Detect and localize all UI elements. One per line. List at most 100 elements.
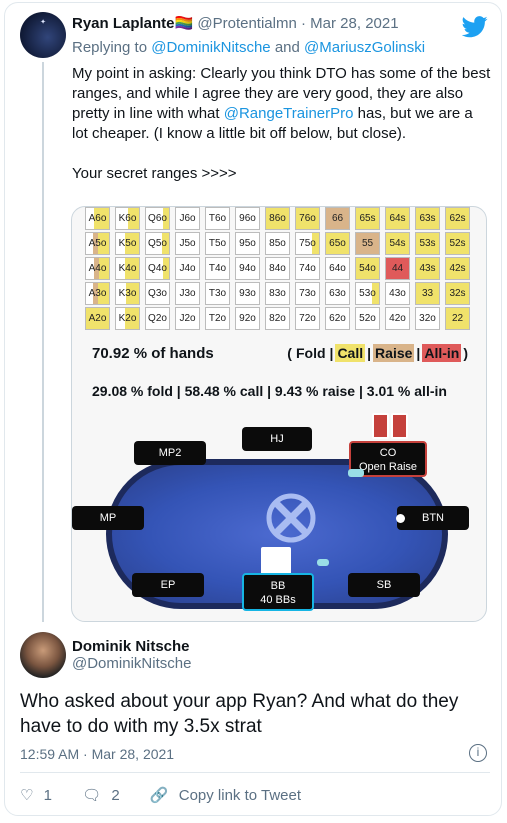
range-fill xyxy=(166,233,169,254)
range-cell: Q5o xyxy=(145,232,170,255)
range-cell-label: A6o xyxy=(88,213,107,224)
range-cell: 62o xyxy=(325,307,350,330)
range-cell-label: 62s xyxy=(449,213,466,224)
range-cell: 64o xyxy=(325,257,350,280)
range-cell: 85o xyxy=(265,232,290,255)
range-cell-label: A4o xyxy=(88,263,107,274)
range-cell: 54s xyxy=(385,232,410,255)
chips-icon xyxy=(317,559,329,566)
twitter-bird-icon xyxy=(462,16,488,38)
copy-link-label: Copy link to Tweet xyxy=(178,787,302,804)
seat-co-label: CO xyxy=(379,447,397,459)
range-cell: A5o xyxy=(85,232,110,255)
range-cell-label: 86o xyxy=(269,213,286,224)
range-cell-label: 54s xyxy=(389,238,406,249)
range-cell-label: K3o xyxy=(118,288,137,299)
heart-icon: ♡ xyxy=(20,787,34,804)
mention-link[interactable]: @MariuszGolinski xyxy=(304,39,425,56)
range-image[interactable]: A6o K6o Q6o J6o T6o 96o 86o 76o 66 65s 64s 63s 62s A5… xyxy=(71,206,487,622)
range-cell-label: 94o xyxy=(239,263,256,274)
author-handle[interactable]: @Protentialmn xyxy=(197,15,296,32)
range-cell: A2o xyxy=(85,307,110,330)
author-block: Dominik Nitsche @DominikNitsche xyxy=(72,638,191,672)
range-cell-label: 72o xyxy=(299,313,316,324)
avatar[interactable] xyxy=(20,632,66,678)
info-icon[interactable]: i xyxy=(469,744,487,762)
range-cell-label: A5o xyxy=(88,238,107,249)
range-cell: 73o xyxy=(295,282,320,305)
range-cell-label: Q2o xyxy=(148,313,167,324)
range-cell: 54o xyxy=(355,257,380,280)
range-fill xyxy=(167,208,169,229)
range-cell: 22 xyxy=(445,307,470,330)
range-cell: 42s xyxy=(445,257,470,280)
range-cell-label: 62o xyxy=(329,313,346,324)
like-button[interactable]: ♡ 1 xyxy=(20,787,62,804)
range-cell-label: T4o xyxy=(208,263,227,274)
range-cell: A6o xyxy=(85,207,110,230)
range-fill xyxy=(316,233,319,254)
range-cell: 32s xyxy=(445,282,470,305)
range-cell-label: K4o xyxy=(118,263,137,274)
range-cell-label: 64o xyxy=(329,263,346,274)
divider xyxy=(20,772,490,773)
range-cell: K6o xyxy=(115,207,140,230)
range-cell-label: 32s xyxy=(449,288,466,299)
main-tweet-text: Who asked about your app Ryan? And what … xyxy=(20,691,459,737)
range-cell: 76o xyxy=(295,207,320,230)
range-cell: 32o xyxy=(415,307,440,330)
range-cell-label: 92o xyxy=(239,313,256,324)
tweet-timestamp[interactable]: 12:59 AM · Mar 28, 2021 xyxy=(20,746,174,762)
seat-bb-label: BB xyxy=(270,580,286,592)
mention-link[interactable]: @RangeTrainerPro xyxy=(224,105,354,122)
range-cell: 82o xyxy=(265,307,290,330)
range-cell-label: 85o xyxy=(269,238,286,249)
range-fill xyxy=(376,283,379,304)
range-cell-label: 52s xyxy=(449,238,466,249)
avatar[interactable]: ✦ xyxy=(20,12,66,58)
seat-bb-stack: 40 BBs xyxy=(260,594,296,606)
tweet-text: My point in asking: Clearly you think DT… xyxy=(72,64,492,184)
author-name[interactable]: Dominik Nitsche xyxy=(72,638,191,655)
range-cell: A4o xyxy=(85,257,110,280)
range-cell-label: T5o xyxy=(208,238,227,249)
range-cell: 52o xyxy=(355,307,380,330)
range-cell-label: 22 xyxy=(451,313,464,324)
range-cell-label: J2o xyxy=(179,313,196,324)
range-cell-label: J3o xyxy=(179,288,196,299)
range-cell-label: 65o xyxy=(329,238,346,249)
legend-paren: ( xyxy=(287,345,292,361)
range-cell: 42o xyxy=(385,307,410,330)
replying-to: Replying to @DominikNitsche and @Mariusz… xyxy=(72,39,425,56)
seat-ep: EP xyxy=(132,573,204,597)
range-cell: 65s xyxy=(355,207,380,230)
range-cell-label: 42s xyxy=(449,263,466,274)
range-cell: Q4o xyxy=(145,257,170,280)
reply-button[interactable]: 🗨 2 xyxy=(82,787,130,804)
range-cell: 63s xyxy=(415,207,440,230)
range-cell: 83o xyxy=(265,282,290,305)
action-legend: (Fold | Call | Raise | All-in) xyxy=(285,344,470,362)
range-cell-label: 95o xyxy=(239,238,256,249)
range-cell: 65o xyxy=(325,232,350,255)
tweet-header: Ryan Laplante🏳️‍🌈 @Protentialmn · Mar 28… xyxy=(72,14,399,32)
range-cell-label: Q4o xyxy=(148,263,167,274)
seat-sb: SB xyxy=(348,573,420,597)
legend-allin: All-in xyxy=(422,344,462,362)
range-cell: J3o xyxy=(175,282,200,305)
copy-link-button[interactable]: 🔗 Copy link to Tweet xyxy=(150,787,307,804)
author-handle[interactable]: @DominikNitsche xyxy=(72,655,191,672)
range-cell-label: 54o xyxy=(359,263,376,274)
tweet-text-part: Your secret ranges >>>> xyxy=(72,165,237,182)
mention-link[interactable]: @DominikNitsche xyxy=(151,39,270,56)
chips-icon xyxy=(348,469,364,477)
range-cell-label: 63o xyxy=(329,288,346,299)
author-name[interactable]: Ryan Laplante xyxy=(72,15,175,32)
tweet-date[interactable]: Mar 28, 2021 xyxy=(310,15,398,32)
speech-bubble-icon: 🗨 xyxy=(82,787,102,804)
range-cell-label: Q6o xyxy=(148,213,167,224)
range-cell: J6o xyxy=(175,207,200,230)
like-count: 1 xyxy=(43,787,52,804)
range-cell-label: Q3o xyxy=(148,288,167,299)
separator: · xyxy=(301,15,306,32)
